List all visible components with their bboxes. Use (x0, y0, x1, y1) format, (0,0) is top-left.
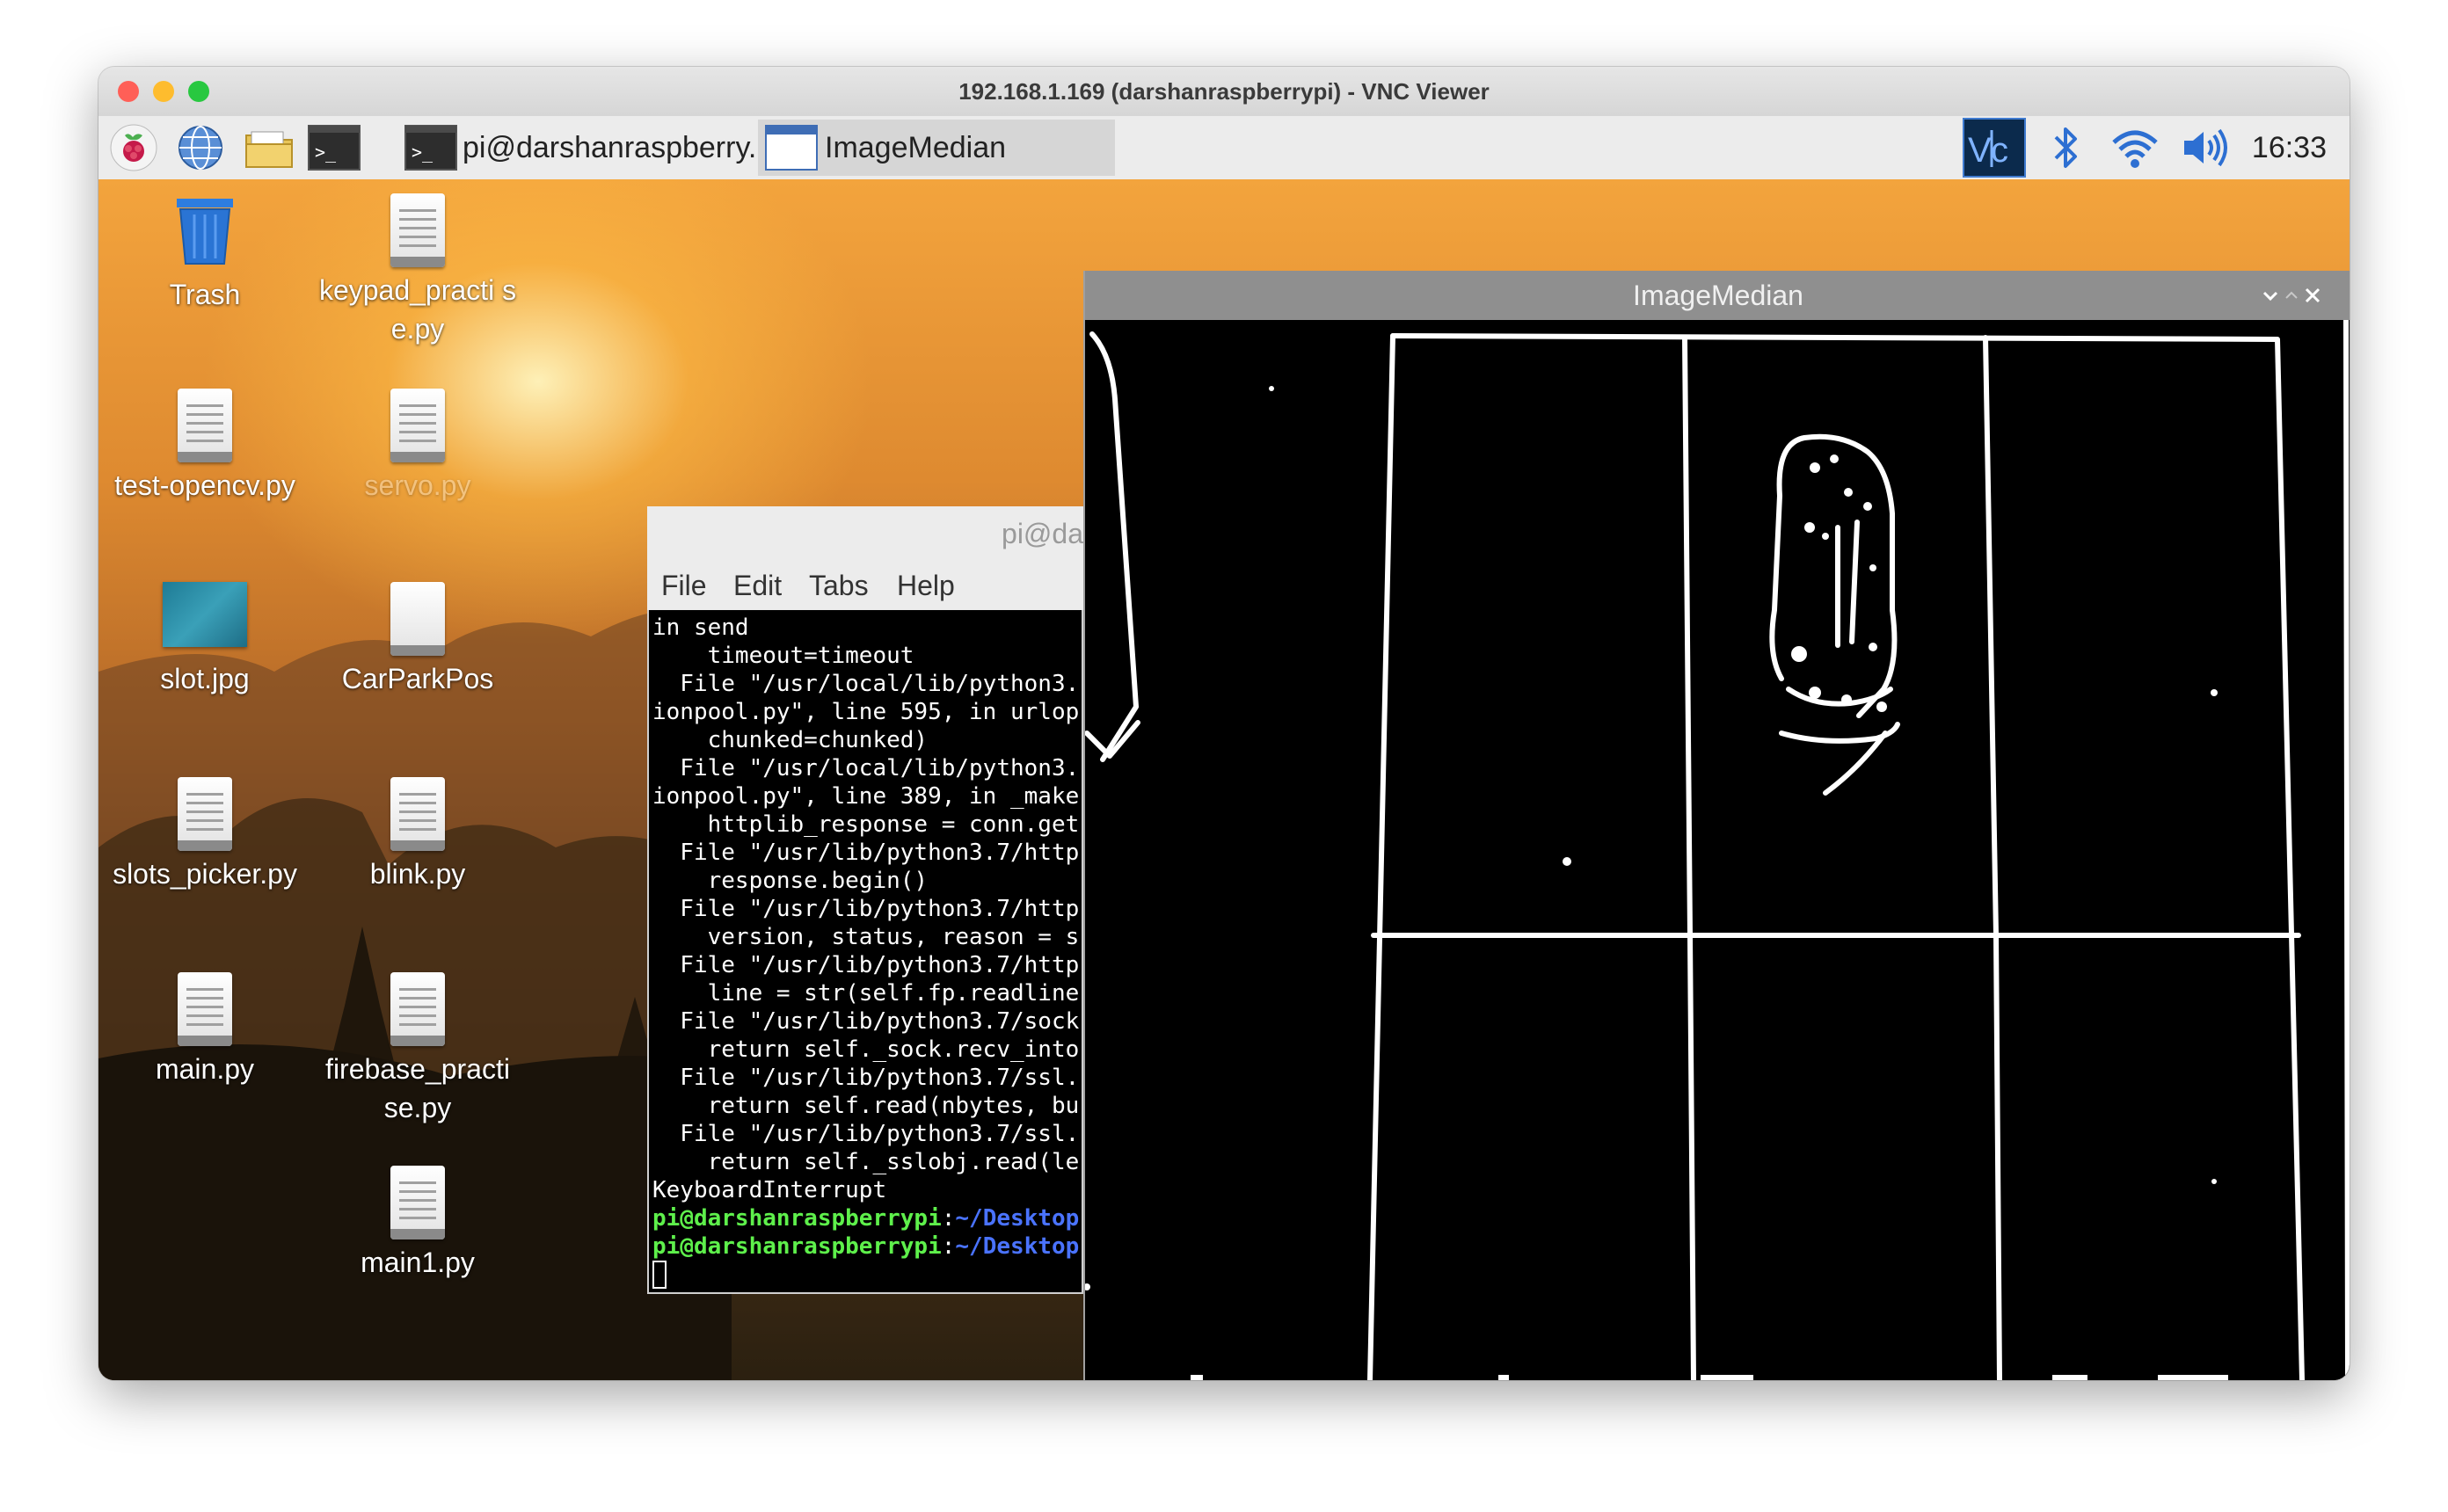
desktop-icon-main1[interactable]: main1.py (317, 1166, 519, 1282)
remote-screen[interactable]: >_ >_ pi@darshanraspberry... ImageMedian (98, 116, 2350, 1380)
desktop-icon-slot-jpg[interactable]: slot.jpg (104, 582, 306, 698)
bluetooth-icon[interactable] (2040, 121, 2093, 174)
terminal-line: File "/usr/lib/python3.7/http (652, 896, 1080, 922)
desktop-icon-label: test-opencv.py (114, 469, 295, 501)
text-file-icon (390, 1166, 445, 1239)
text-file-icon (178, 777, 232, 851)
terminal-line: response.begin() (652, 868, 929, 894)
vnc-titlebar[interactable]: 192.168.1.169 (darshanraspberrypi) - VNC… (98, 67, 2350, 117)
terminal-line: httplib_response = conn.get (652, 811, 1080, 838)
desktop-icon-label: blink.py (369, 858, 466, 890)
terminal-line: File "/usr/local/lib/python3. (652, 671, 1080, 697)
terminal-prompt: pi@darshanraspberrypi:~/Desktop (652, 1205, 1080, 1232)
terminal-line: File "/usr/lib/python3.7/ssl. (652, 1065, 1080, 1091)
trash-icon (177, 199, 233, 265)
terminal-line: timeout=timeout (652, 643, 914, 669)
pi-taskbar: >_ >_ pi@darshanraspberry... ImageMedian (98, 116, 2350, 180)
window-icon (765, 125, 818, 171)
desktop-icon-label: servo.py (364, 469, 471, 501)
task-terminal[interactable]: >_ pi@darshanraspberry... (404, 120, 756, 176)
imagemedian-title: ImageMedian (1633, 280, 1803, 311)
terminal-line: File "/usr/lib/python3.7/http (652, 952, 1080, 978)
text-file-icon (178, 972, 232, 1046)
svg-text:c: c (1991, 131, 2008, 170)
web-browser-icon[interactable] (174, 121, 227, 174)
terminal-line: File "/usr/lib/python3.7/ssl. (652, 1121, 1080, 1147)
terminal-line: line = str(self.fp.readline (652, 980, 1080, 1007)
menu-help[interactable]: Help (897, 561, 955, 610)
desktop[interactable]: Trash keypad_practi se.py test-opencv.py… (98, 179, 2350, 1380)
median-filtered-image (1085, 320, 2350, 1380)
terminal-line: File "/usr/local/lib/python3. (652, 755, 1080, 781)
desktop-icon-label: keypad_practi se.py (318, 274, 517, 345)
terminal-line: return self._sock.recv_into (652, 1036, 1080, 1063)
terminal-icon: >_ (404, 125, 457, 171)
clock[interactable]: 16:33 (2252, 116, 2327, 179)
menu-edit[interactable]: Edit (733, 561, 782, 610)
terminal-line: KeyboardInterrupt (652, 1177, 887, 1203)
desktop-icon-servo[interactable]: servo.py (317, 389, 519, 505)
terminal-line: File "/usr/lib/python3.7/sock (652, 1008, 1080, 1035)
text-file-icon (390, 972, 445, 1046)
task-label: ImageMedian (825, 130, 1007, 164)
terminal-line: version, status, reason = s (652, 924, 1080, 950)
terminal-titlebar[interactable]: pi@da (647, 506, 1083, 561)
svg-text:>_: >_ (412, 142, 434, 163)
terminal-line: return self.read(nbytes, bu (652, 1093, 1080, 1119)
blank-file-icon (390, 582, 445, 656)
text-file-icon (390, 193, 445, 267)
vnc-viewer-window: 192.168.1.169 (darshanraspberrypi) - VNC… (98, 67, 2350, 1380)
file-manager-icon[interactable] (243, 121, 295, 174)
text-file-icon (178, 389, 232, 462)
raspberry-menu-icon[interactable] (107, 121, 160, 174)
svg-text:V: V (1968, 131, 1992, 170)
terminal-prompt: pi@darshanraspberrypi:~/Desktop (652, 1233, 1080, 1260)
wifi-icon[interactable] (2109, 121, 2161, 174)
desktop-icon-label: slots_picker.py (113, 858, 297, 890)
terminal-line: in send (652, 614, 749, 641)
desktop-icon-label: slot.jpg (160, 663, 250, 694)
desktop-icon-carparkpos[interactable]: CarParkPos (317, 582, 519, 698)
volume-icon[interactable] (2179, 121, 2232, 174)
image-file-icon (163, 582, 247, 647)
imagemedian-window[interactable]: ImageMedian (1083, 271, 2350, 1380)
desktop-icon-label: Trash (169, 279, 241, 310)
desktop-icon-label: main.py (155, 1053, 255, 1085)
text-file-icon (390, 389, 445, 462)
desktop-icon-slots-picker[interactable]: slots_picker.py (104, 777, 306, 893)
task-label: pi@darshanraspberry... (463, 130, 756, 164)
terminal-window[interactable]: pi@da File Edit Tabs Help in send timeou… (647, 506, 1083, 1294)
window-title: 192.168.1.169 (darshanraspberrypi) - VNC… (958, 78, 1490, 105)
terminal-line: File "/usr/lib/python3.7/http (652, 840, 1080, 866)
desktop-icon-test-opencv[interactable]: test-opencv.py (104, 389, 306, 505)
desktop-icon-blink[interactable]: blink.py (317, 777, 519, 893)
svg-text:>_: >_ (315, 142, 337, 163)
terminal-cursor (652, 1261, 667, 1289)
terminal-title: pi@da (1002, 518, 1083, 549)
task-imagemedian[interactable]: ImageMedian (758, 120, 1115, 176)
text-file-icon (390, 777, 445, 851)
terminal-line: return self._sslobj.read(le (652, 1149, 1080, 1175)
terminal-icon[interactable]: >_ (308, 121, 361, 174)
desktop-icon-trash[interactable]: Trash (104, 193, 306, 314)
menu-tabs[interactable]: Tabs (809, 561, 869, 610)
terminal-line: ionpool.py", line 595, in urlop (652, 699, 1080, 725)
terminal-line: chunked=chunked) (652, 727, 929, 753)
desktop-icon-label: firebase_practi se.py (325, 1053, 510, 1123)
desktop-icon-firebase-practise[interactable]: firebase_practi se.py (317, 972, 519, 1127)
menu-file[interactable]: File (661, 561, 707, 610)
imagemedian-titlebar[interactable]: ImageMedian (1085, 271, 2350, 320)
terminal-line: ionpool.py", line 389, in _make (652, 783, 1080, 810)
terminal-menubar: File Edit Tabs Help (647, 561, 1083, 611)
desktop-icon-main[interactable]: main.py (104, 972, 306, 1088)
chevron-up-icon[interactable] (2276, 280, 2307, 311)
terminal-output[interactable]: in send timeout=timeout File "/usr/local… (647, 610, 1083, 1294)
vnc-server-icon[interactable]: V c (1963, 116, 2026, 179)
desktop-icon-keypad-practise[interactable]: keypad_practi se.py (317, 193, 519, 348)
desktop-icon-label: CarParkPos (341, 663, 494, 694)
desktop-icon-label: main1.py (361, 1247, 475, 1278)
